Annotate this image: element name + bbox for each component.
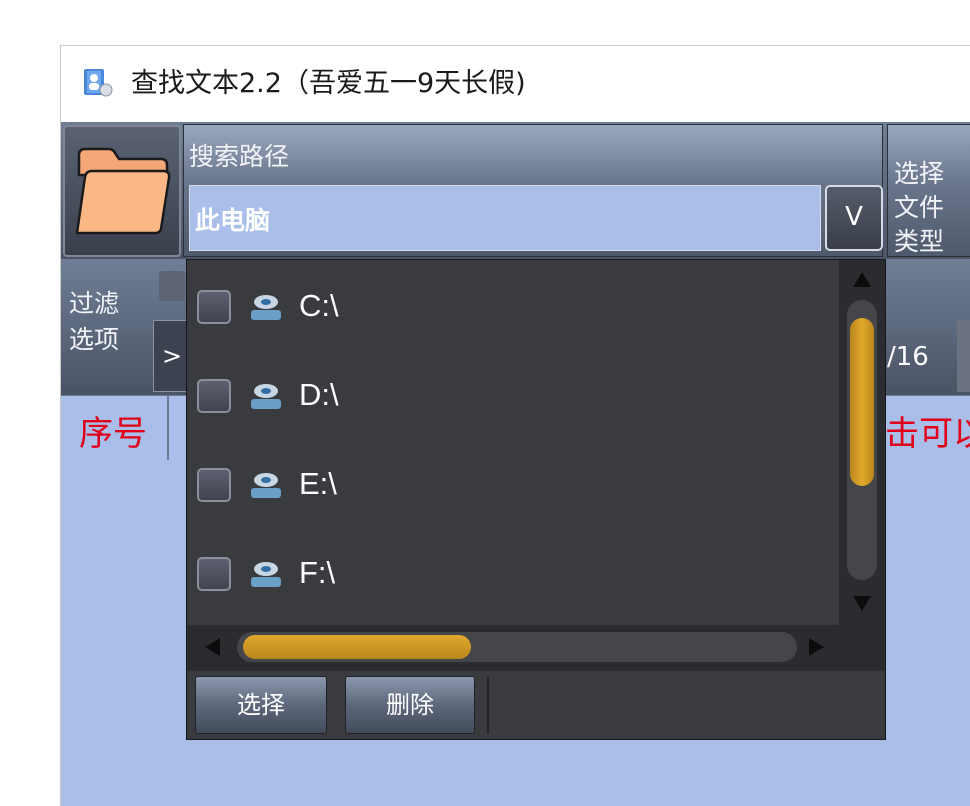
drive-checkbox[interactable] bbox=[197, 290, 231, 324]
app-icon bbox=[84, 69, 113, 97]
drive-item-e[interactable]: E:\ bbox=[187, 438, 839, 527]
vertical-scroll-thumb[interactable] bbox=[850, 318, 874, 486]
horizontal-scroll-thumb[interactable] bbox=[243, 635, 471, 659]
drive-label: F:\ bbox=[299, 555, 336, 590]
drive-label: D:\ bbox=[299, 377, 339, 412]
scroll-right-arrow-icon[interactable] bbox=[809, 638, 824, 656]
search-path-label: 搜索路径 bbox=[189, 142, 290, 171]
column-header-clickable[interactable]: 击可以 bbox=[885, 406, 970, 455]
scroll-down-arrow-icon[interactable] bbox=[853, 596, 871, 611]
drive-checkbox[interactable] bbox=[197, 468, 231, 502]
filter-options-label: 过滤选项 bbox=[69, 289, 120, 354]
vertical-scrollbar[interactable] bbox=[839, 260, 885, 625]
drive-icon bbox=[251, 384, 281, 409]
file-type-label: 选择文件类型 bbox=[894, 159, 945, 256]
page-count: /16 bbox=[887, 342, 929, 372]
footer-divider bbox=[487, 676, 489, 734]
column-header-index[interactable]: 序号 bbox=[79, 406, 147, 455]
drive-icon bbox=[251, 295, 281, 320]
path-dropdown-button[interactable]: V bbox=[825, 185, 883, 251]
file-type-button[interactable]: 选择文件类型 bbox=[887, 124, 970, 257]
open-folder-button[interactable] bbox=[63, 125, 181, 257]
page-next-button[interactable] bbox=[957, 320, 970, 392]
drive-checkbox[interactable] bbox=[197, 557, 231, 591]
drive-label: E:\ bbox=[299, 466, 337, 501]
column-divider[interactable] bbox=[167, 396, 169, 460]
select-button[interactable]: 选择 bbox=[195, 676, 327, 734]
folder-icon bbox=[75, 147, 171, 235]
drive-dropdown-popup: C:\ D:\ E:\ F:\ 选择 删除 bbox=[186, 259, 886, 740]
drive-icon bbox=[251, 562, 281, 587]
toolbar: 搜索路径 此电脑 V 选择文件类型 bbox=[61, 122, 970, 259]
drive-icon bbox=[251, 473, 281, 498]
horizontal-scrollbar[interactable] bbox=[187, 625, 885, 671]
drive-item-f[interactable]: F:\ bbox=[187, 527, 839, 616]
title-bar: 查找文本2.2（吾爱五一9天长假) bbox=[61, 46, 970, 122]
window-title: 查找文本2.2（吾爱五一9天长假) bbox=[131, 68, 526, 99]
search-path-field[interactable]: 此电脑 bbox=[189, 185, 821, 251]
delete-button[interactable]: 删除 bbox=[345, 676, 475, 734]
search-path-panel: 搜索路径 此电脑 V bbox=[183, 124, 883, 257]
scroll-up-arrow-icon[interactable] bbox=[853, 272, 871, 287]
drive-item-c[interactable]: C:\ bbox=[187, 260, 839, 349]
drive-item-d[interactable]: D:\ bbox=[187, 349, 839, 438]
drive-checkbox[interactable] bbox=[197, 379, 231, 413]
filter-checkbox[interactable] bbox=[159, 271, 185, 301]
drive-label: C:\ bbox=[299, 288, 339, 323]
search-path-value: 此电脑 bbox=[195, 206, 271, 235]
scroll-left-arrow-icon[interactable] bbox=[205, 638, 220, 656]
popup-footer: 选择 删除 bbox=[187, 671, 885, 739]
drive-list: C:\ D:\ E:\ F:\ bbox=[187, 260, 839, 625]
